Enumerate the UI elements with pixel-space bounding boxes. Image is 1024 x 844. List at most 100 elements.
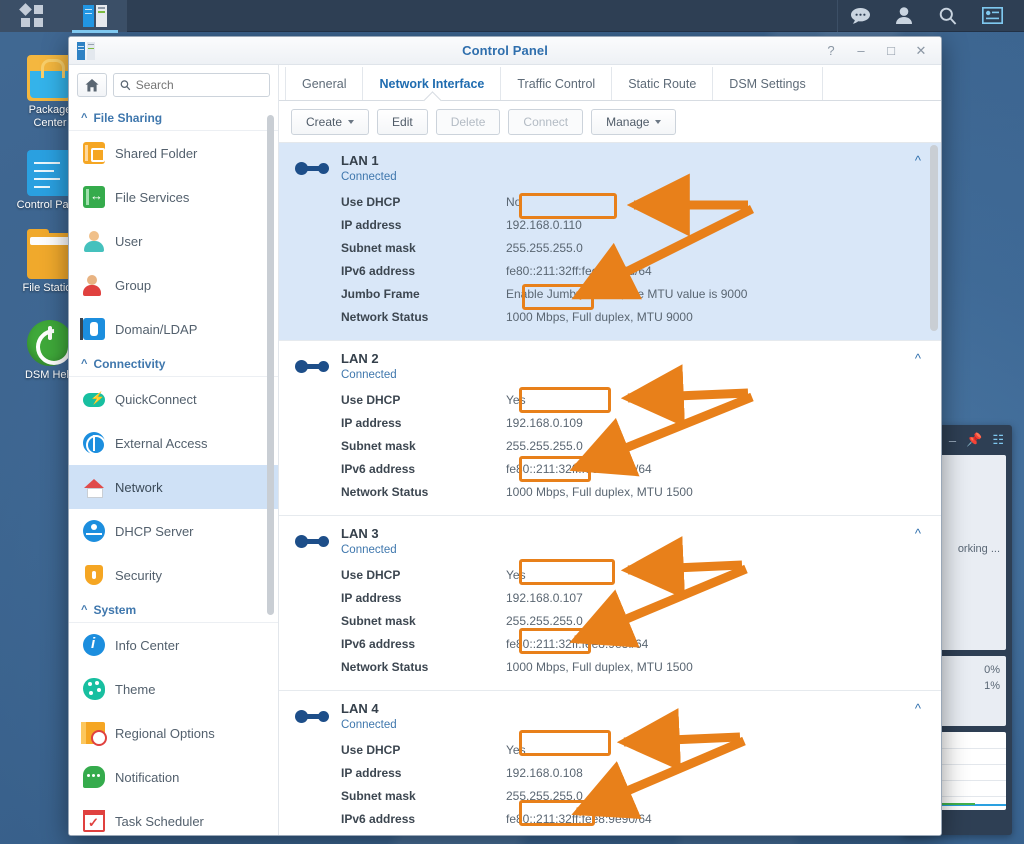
sidebar-scrollbar-thumb[interactable] [267,115,274,615]
sidebar-item-info-center[interactable]: Info Center [69,623,278,667]
sidebar-item-external-access[interactable]: External Access [69,421,278,465]
tab-dsm-settings[interactable]: DSM Settings [713,67,822,100]
detail-value: Yes [506,393,526,407]
sidebar-item-task-scheduler[interactable]: Task Scheduler [69,799,278,835]
detail-key: IPv6 address [341,637,506,651]
collapse-chevron-icon[interactable]: ^ [915,526,927,541]
detail-key: Use DHCP [341,393,506,407]
detail-key: Network Status [341,485,506,499]
sidebar-item-regional-options[interactable]: Regional Options [69,711,278,755]
collapse-chevron-icon[interactable]: ^ [915,153,927,168]
button-label: Edit [392,115,413,129]
interface-name: LAN 3 [341,526,397,542]
interface-header: LAN 3Connected^ [279,526,941,556]
detail-value: 192.168.0.110 [506,218,582,232]
chevron-down-icon [655,120,661,124]
search-input[interactable] [136,78,263,92]
interface-details: Use DHCPYesIP address192.168.0.109Subnet… [341,388,941,503]
interface-details: Use DHCPNoIP address192.168.0.110Subnet … [341,190,941,328]
create-button[interactable]: Create [291,109,369,135]
sidebar-item-network[interactable]: Network [69,465,278,509]
detail-value: 255.255.255.0 [506,614,583,628]
edit-button[interactable]: Edit [377,109,428,135]
maximize-button[interactable]: □ [877,40,905,62]
taskbar [0,0,1024,32]
taskbar-item-control-panel[interactable] [64,0,126,32]
sidebar-item-quickconnect[interactable]: QuickConnect [69,377,278,421]
connect-button: Connect [508,109,583,135]
control-panel-window: Control Panel ? – □ ✕ [68,36,942,836]
sidebar-group-header[interactable]: ^File Sharing [69,105,278,131]
sidebar-item-file-services[interactable]: File Services [69,175,278,219]
detail-key: IP address [341,591,506,605]
interface-details: Use DHCPYesIP address192.168.0.108Subnet… [341,738,941,835]
collapse-chevron-icon[interactable]: ^ [915,351,927,366]
sidebar-scrollbar-track[interactable] [269,109,276,831]
app-grid-icon [21,5,43,27]
detail-row: Jumbo FrameEnable Jumbo Frame, the MTU v… [341,282,941,305]
layout-icon[interactable]: ☷ [992,432,1004,448]
sidebar-item-shared-folder[interactable]: Shared Folder [69,131,278,175]
sidebar-item-label: Network [115,480,163,495]
close-button[interactable]: ✕ [907,40,935,62]
chat-bubble-icon [851,8,870,24]
sidebar-item-theme[interactable]: Theme [69,667,278,711]
file-station-icon [27,233,73,279]
tab-static-route[interactable]: Static Route [612,67,713,100]
detail-value: fe80::211:32ff:fee8:9e8f/64 [506,637,648,651]
sidebar-item-label: External Access [115,436,208,451]
sidebar-item-security[interactable]: Security [69,553,278,597]
sidebar-group-header[interactable]: ^System [69,597,278,623]
button-label: Create [306,115,342,129]
detail-row: IP address192.168.0.108 [341,761,941,784]
sidebar-item-notification[interactable]: Notification [69,755,278,799]
network-interface-item[interactable]: LAN 1Connected^ Use DHCPNoIP address192.1… [279,143,941,341]
network-link-icon [295,357,329,377]
network-interface-item[interactable]: LAN 4Connected^Use DHCPYesIP address192.… [279,691,941,835]
detail-row: Network Status1000 Mbps, Full duplex, MT… [341,830,941,835]
sidebar-item-dhcp-server[interactable]: DHCP Server [69,509,278,553]
detail-key: IP address [341,766,506,780]
sidebar-item-label: QuickConnect [115,392,197,407]
detail-value: fe80::211:32ff:fee8:9e8d/64 [506,264,652,278]
minimize-button[interactable]: – [847,40,875,62]
pin-icon[interactable]: 📌 [966,432,982,448]
help-button[interactable]: ? [817,40,845,62]
network-interface-item[interactable]: LAN 2Connected^Use DHCPYesIP address192.… [279,341,941,516]
network-interface-item[interactable]: LAN 3Connected^Use DHCPYesIP address192.… [279,516,941,691]
detail-row: Network Status1000 Mbps, Full duplex, MT… [341,480,941,503]
main-menu-button[interactable] [1,0,63,32]
interface-header: LAN 1Connected^ [279,153,941,183]
search-box[interactable] [113,73,270,97]
sidebar-item-domain-ldap[interactable]: Domain/LDAP [69,307,278,351]
task-scheduler-icon [83,810,105,832]
widgets-button[interactable] [970,0,1014,32]
quickconnect-icon [83,388,105,410]
list-scrollbar-thumb[interactable] [930,145,938,331]
tab-network-interface[interactable]: Network Interface [363,67,501,100]
network-link-icon [295,532,329,552]
search-icon [120,79,131,91]
notifications-button[interactable] [838,0,882,32]
theme-icon [83,678,105,700]
window-title-bar[interactable]: Control Panel ? – □ ✕ [69,37,941,65]
collapse-chevron-icon[interactable]: ^ [915,701,927,716]
detail-value: Yes [506,568,526,582]
sidebar-group-label: Connectivity [93,357,165,371]
detail-key: IPv6 address [341,812,506,826]
search-button[interactable] [926,0,970,32]
minimize-icon[interactable]: – [949,433,956,448]
personal-menu-button[interactable] [882,0,926,32]
sidebar-item-group[interactable]: Group [69,263,278,307]
sidebar-group-header[interactable]: ^Connectivity [69,351,278,377]
tab-label: Static Route [628,77,696,91]
manage-button[interactable]: Manage [591,109,676,135]
home-button[interactable] [77,73,107,97]
tab-traffic-control[interactable]: Traffic Control [501,67,612,100]
info-center-icon [83,634,105,656]
chevron-up-icon: ^ [81,604,87,616]
tab-general[interactable]: General [285,67,363,100]
button-label: Connect [523,115,568,129]
sidebar-item-user[interactable]: User [69,219,278,263]
network-link-icon [295,159,329,179]
